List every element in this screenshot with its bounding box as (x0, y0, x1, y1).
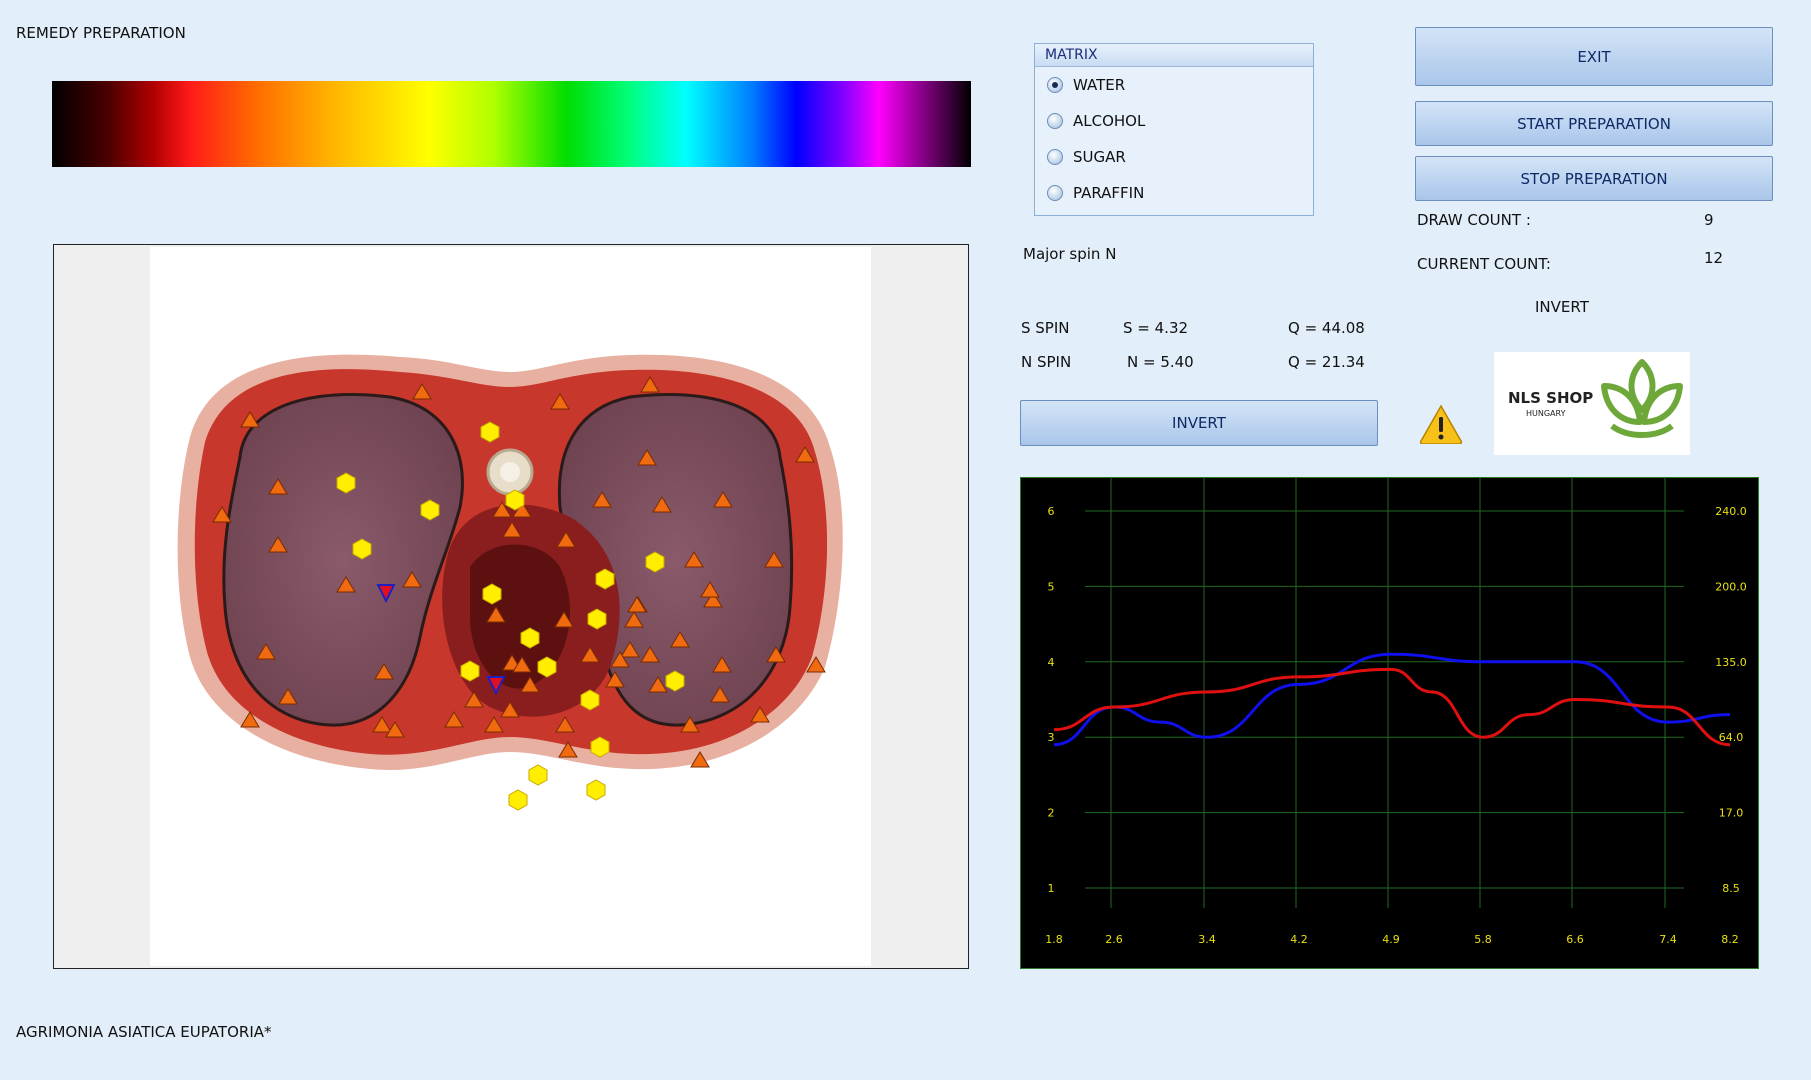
matrix-group: MATRIX WATER ALCOHOL SUGAR PARAFFIN (1034, 43, 1314, 216)
s-spin-label: S SPIN (1021, 319, 1070, 337)
y-tick-label-right: 200.0 (1715, 580, 1747, 593)
matrix-option-label: WATER (1073, 76, 1126, 94)
matrix-title: MATRIX (1035, 44, 1313, 67)
app-title: REMEDY PREPARATION (16, 24, 186, 42)
y-tick-label-left: 6 (1048, 505, 1055, 518)
invert-button[interactable]: INVERT (1020, 400, 1378, 446)
stop-preparation-button[interactable]: STOP PREPARATION (1415, 156, 1773, 201)
x-tick-label: 3.4 (1198, 933, 1216, 946)
draw-count-label: DRAW COUNT : (1417, 211, 1531, 229)
thorax-scan-image (177, 354, 843, 811)
y-tick-label-left: 2 (1048, 807, 1055, 820)
radio-sugar[interactable] (1047, 149, 1063, 165)
x-tick-label: 2.6 (1105, 933, 1123, 946)
y-tick-label-right: 240.0 (1715, 505, 1747, 518)
radio-alcohol[interactable] (1047, 113, 1063, 129)
n-spin-q: Q = 21.34 (1288, 353, 1365, 371)
x-tick-label: 7.4 (1659, 933, 1677, 946)
matrix-option-label: SUGAR (1073, 148, 1126, 166)
y-tick-label-right: 17.0 (1719, 807, 1744, 820)
n-spin-label: N SPIN (1021, 353, 1072, 371)
matrix-option-sugar[interactable]: SUGAR (1035, 139, 1313, 175)
image-canvas (150, 247, 871, 966)
matrix-option-paraffin[interactable]: PARAFFIN (1035, 175, 1313, 211)
matrix-option-water[interactable]: WATER (1035, 67, 1313, 103)
draw-count-value: 9 (1704, 211, 1714, 229)
logo-sub: HUNGARY (1526, 409, 1566, 418)
warning-icon (1419, 404, 1463, 445)
s-spin-value: S = 4.32 (1123, 319, 1189, 337)
y-tick-label-left: 4 (1048, 656, 1055, 669)
current-count-label: CURRENT COUNT: (1417, 255, 1551, 273)
series-line-1 (1053, 667, 1731, 747)
y-tick-label-left: 3 (1048, 731, 1055, 744)
spectrum-chart: 1.8 2.6 3.4 4.2 4.9 5.8 6.6 7.4 8.2 1 2 3 4 5 6 8.5 17… (1020, 477, 1759, 969)
leaf-crown-icon (1601, 359, 1683, 438)
series-line-0 (1053, 652, 1731, 747)
matrix-option-label: ALCOHOL (1073, 112, 1146, 130)
y-tick-label-left: 1 (1048, 882, 1055, 895)
matrix-option-alcohol[interactable]: ALCOHOL (1035, 103, 1313, 139)
color-spectrum-bar (52, 81, 971, 167)
anatomy-image-frame (53, 244, 969, 969)
x-tick-label: 5.8 (1474, 933, 1492, 946)
y-tick-label-right: 135.0 (1715, 656, 1747, 669)
x-tick-label: 6.6 (1566, 933, 1584, 946)
major-spin-label: Major spin N (1023, 245, 1117, 263)
x-tick-label: 4.9 (1382, 933, 1400, 946)
y-tick-label-right: 8.5 (1722, 882, 1740, 895)
x-tick-label: 1.8 (1045, 933, 1063, 946)
y-tick-label-right: 64.0 (1719, 731, 1744, 744)
y-tick-label-left: 5 (1048, 580, 1055, 593)
x-tick-label: 4.2 (1290, 933, 1308, 946)
x-tick-label: 8.2 (1721, 933, 1739, 946)
radio-paraffin[interactable] (1047, 185, 1063, 201)
exit-button[interactable]: EXIT (1415, 27, 1773, 86)
n-spin-value: N = 5.40 (1127, 353, 1194, 371)
invert-label: INVERT (1535, 298, 1589, 316)
current-count-value: 12 (1704, 249, 1724, 267)
s-spin-q: Q = 44.08 (1288, 319, 1365, 337)
chart-svg: 1.8 2.6 3.4 4.2 4.9 5.8 6.6 7.4 8.2 1 2 3 4 5 6 8.5 17… (1045, 478, 1747, 946)
nls-shop-logo: NLS SHOP HUNGARY (1494, 352, 1690, 455)
start-preparation-button[interactable]: START PREPARATION (1415, 101, 1773, 146)
logo-name: NLS SHOP (1508, 389, 1594, 407)
remedy-name: AGRIMONIA ASIATICA EUPATORIA* (16, 1023, 272, 1041)
radio-water[interactable] (1047, 77, 1063, 93)
matrix-option-label: PARAFFIN (1073, 184, 1145, 202)
